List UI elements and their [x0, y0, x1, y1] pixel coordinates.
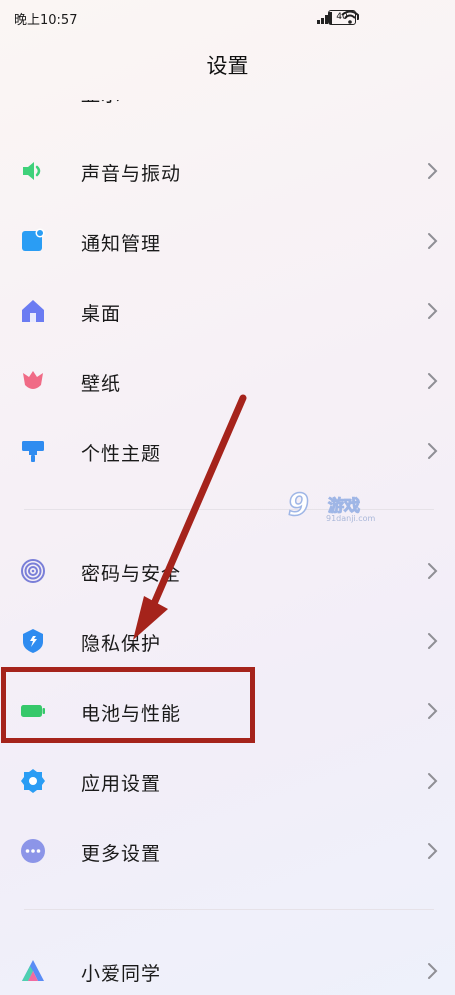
settings-item-label: 隐私保护 [81, 633, 162, 655]
annotation-highlight-box [1, 667, 255, 743]
more-icon [21, 839, 45, 863]
settings-item-label: 通知管理 [81, 233, 162, 255]
chevron-right-icon [428, 373, 438, 389]
settings-item-label: 更多设置 [81, 843, 162, 865]
tulip-icon [23, 371, 43, 389]
brush-icon [22, 441, 44, 462]
settings-item-app-settings[interactable]: 应用设置 [0, 745, 455, 815]
settings-item-privacy[interactable]: 隐私保护 [0, 605, 455, 675]
fingerprint-icon [21, 559, 45, 583]
settings-item-label: 显示 [81, 84, 122, 106]
settings-item-label: 个性主题 [81, 443, 162, 465]
settings-item-label: 应用设置 [81, 773, 162, 795]
chevron-right-icon [428, 563, 438, 579]
display-icon [20, 80, 46, 106]
settings-item-password-security[interactable]: 密码与安全 [0, 535, 455, 605]
watermark-logo: 9 [287, 487, 309, 524]
chevron-right-icon [428, 443, 438, 459]
section-divider [24, 909, 434, 910]
watermark-url: 91danji.com [326, 514, 376, 523]
privacy-icon [23, 629, 43, 653]
settings-item-label: 桌面 [81, 303, 122, 325]
status-bar: 晚上10:57 40 [0, 0, 455, 36]
chevron-right-icon [428, 633, 438, 649]
xiaoai-icon [22, 960, 44, 981]
watermark: 9 游戏 91danji.com [287, 487, 380, 528]
settings-item-label: 声音与振动 [81, 163, 182, 185]
chevron-right-icon [428, 773, 438, 789]
settings-item-more-settings[interactable]: 更多设置 [0, 815, 455, 885]
settings-item-label: 密码与安全 [81, 563, 182, 585]
gear-icon [21, 769, 45, 793]
chevron-right-icon [428, 233, 438, 249]
settings-item-themes[interactable]: 个性主题 [0, 415, 455, 485]
chevron-right-icon [425, 82, 439, 100]
watermark-text: 游戏 [327, 496, 361, 516]
status-time: 晚上10:57 [14, 13, 78, 28]
speaker-icon [23, 162, 41, 180]
settings-item-wallpaper[interactable]: 壁纸 [0, 345, 455, 415]
settings-item-display[interactable]: 显示 [0, 68, 455, 118]
settings-item-home-screen[interactable]: 桌面 [0, 275, 455, 345]
notification-icon [22, 228, 45, 251]
battery-indicator: 40 [328, 10, 356, 25]
settings-item-sound[interactable]: 声音与振动 [0, 135, 455, 205]
chevron-right-icon [428, 703, 438, 719]
settings-item-xiaoai[interactable]: 小爱同学 [0, 935, 455, 995]
settings-item-label: 小爱同学 [81, 963, 162, 985]
chevron-right-icon [428, 303, 438, 319]
home-icon [22, 300, 44, 322]
settings-item-notifications[interactable]: 通知管理 [0, 205, 455, 275]
chevron-right-icon [428, 163, 438, 179]
chevron-right-icon [428, 963, 438, 979]
battery-tip [357, 14, 359, 20]
chevron-right-icon [428, 843, 438, 859]
settings-item-label: 壁纸 [81, 373, 122, 395]
